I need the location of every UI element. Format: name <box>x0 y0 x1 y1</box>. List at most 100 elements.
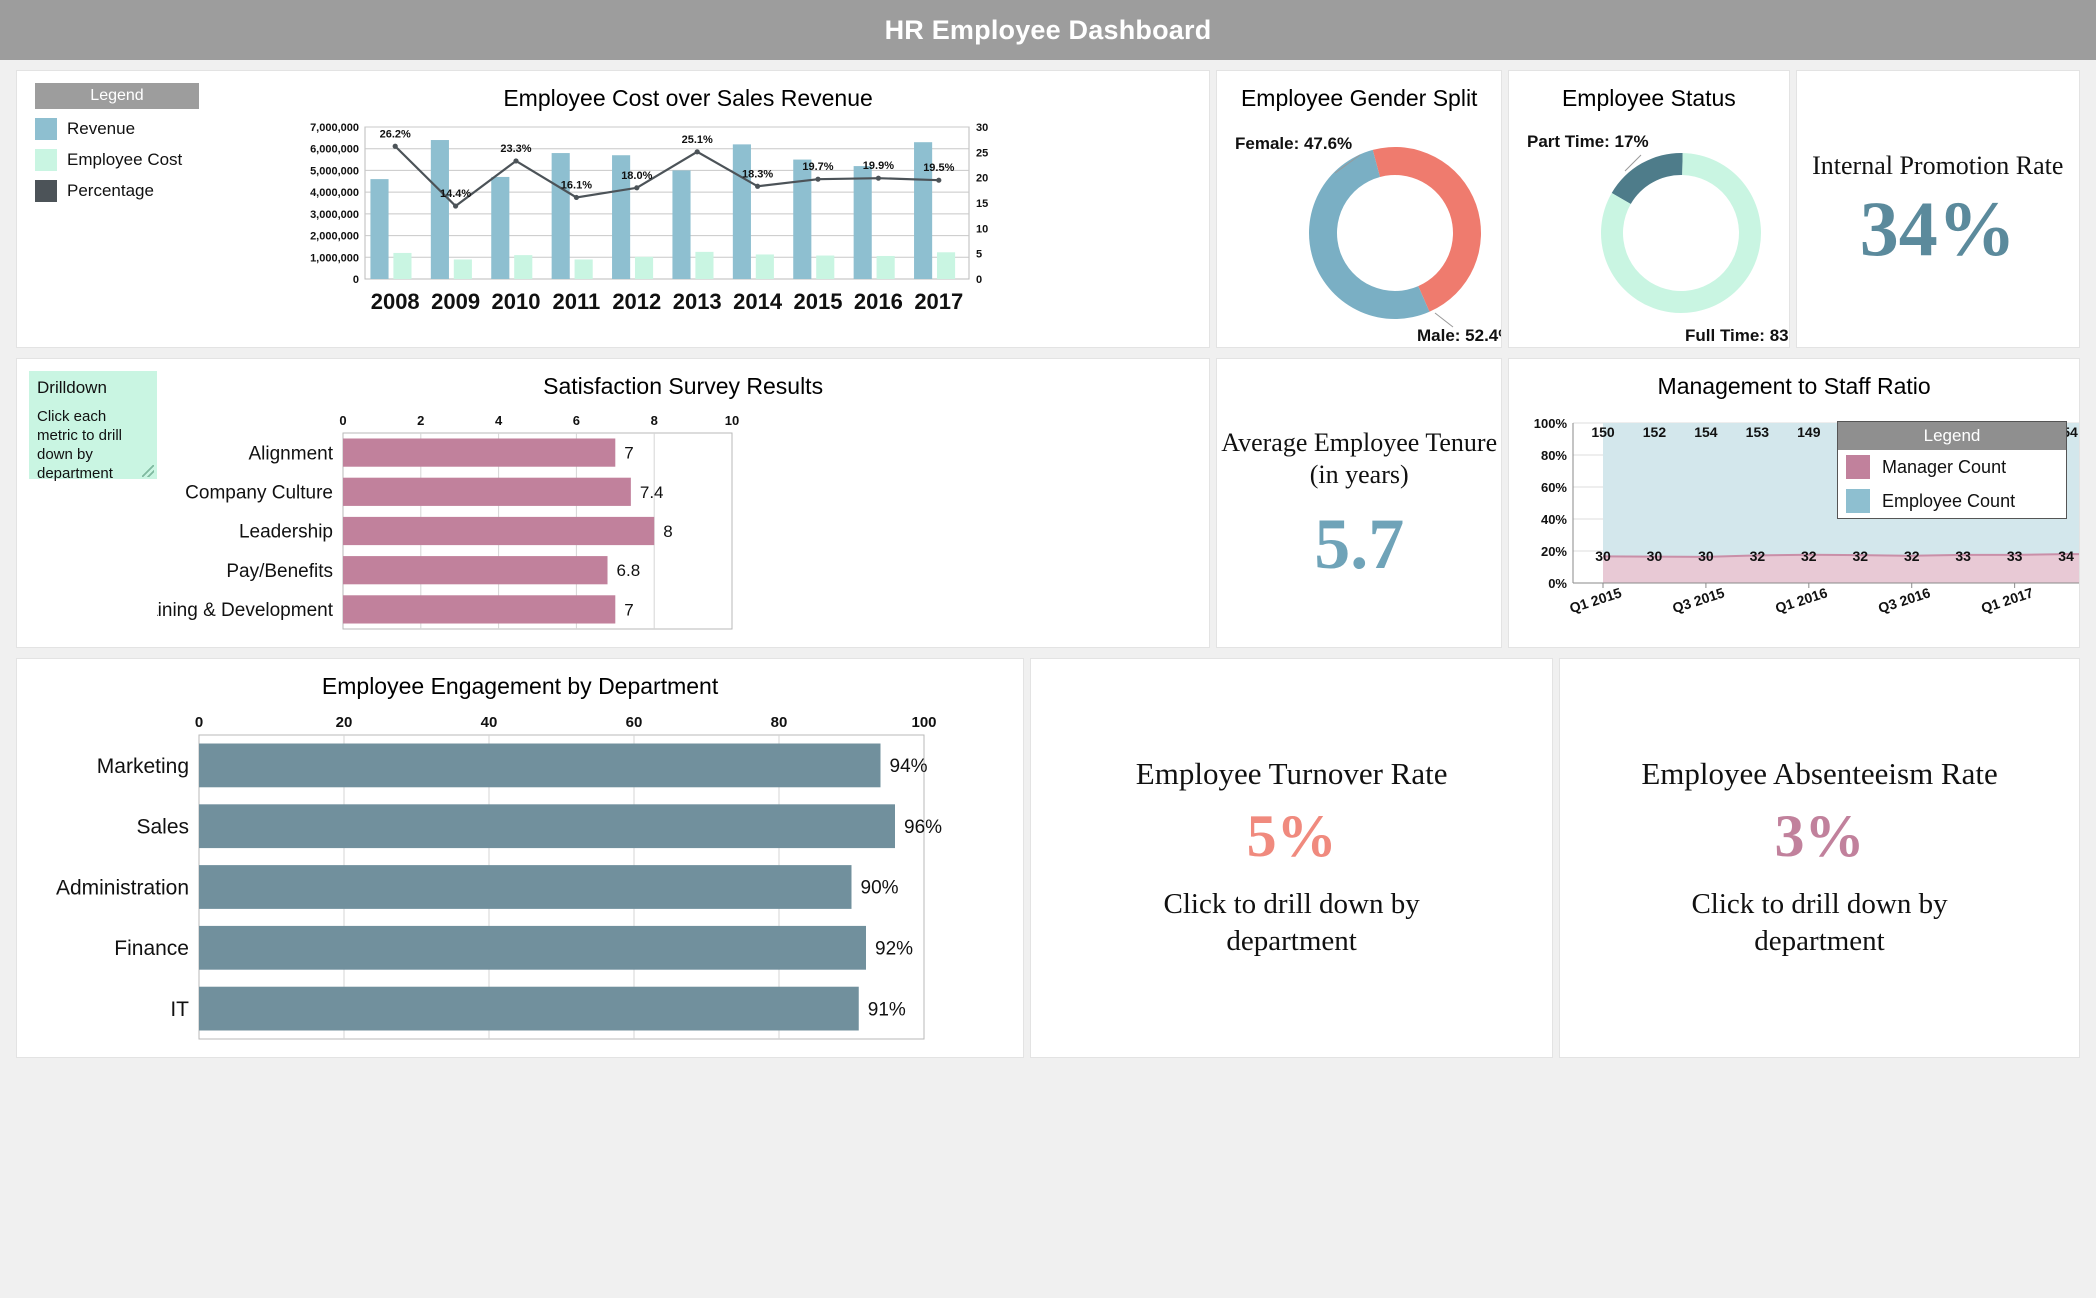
svg-text:Female: 47.6%: Female: 47.6% <box>1235 134 1352 153</box>
mgmt-legend-label-employee: Employee Count <box>1882 490 2016 511</box>
resize-handle-icon[interactable] <box>142 465 154 477</box>
kpi-title-tenure: Average Employee Tenure <box>1221 427 1498 457</box>
svg-text:100: 100 <box>911 714 936 731</box>
svg-text:18.0%: 18.0% <box>621 170 652 182</box>
legend-label-revenue: Revenue <box>67 119 136 138</box>
svg-text:40: 40 <box>481 714 498 731</box>
chart-employee-status[interactable]: Part Time: 17% Full Time: 83% <box>1509 113 1789 343</box>
card-engagement-by-department[interactable]: Employee Engagement by Department 0 20 40 6… <box>16 658 1025 1058</box>
legend-label-employee-cost: Employee Cost <box>67 150 183 169</box>
mgmt-legend-item-employee[interactable]: Employee Count <box>1838 484 2066 518</box>
svg-text:6.8: 6.8 <box>617 561 641 580</box>
svg-text:2012: 2012 <box>612 289 661 314</box>
drilldown-note-title: Drilldown <box>37 378 107 397</box>
card-gender-split[interactable]: Employee Gender Split Female: 47.6% Male:… <box>1216 70 1503 348</box>
svg-text:19.7%: 19.7% <box>802 161 833 173</box>
drilldown-note[interactable]: Drilldown Click each metric to drill dow… <box>29 371 157 482</box>
chart-title-cost-over-revenue: Employee Cost over Sales Revenue <box>503 85 873 111</box>
svg-text:7.4: 7.4 <box>640 483 664 502</box>
kpi-value-absenteeism: 3% <box>1774 802 1865 869</box>
svg-text:Q3 2016: Q3 2016 <box>1876 584 1932 616</box>
svg-text:0: 0 <box>353 274 359 286</box>
svg-text:6,000,000: 6,000,000 <box>310 144 359 156</box>
svg-text:20%: 20% <box>1541 544 1567 559</box>
legend-item-revenue[interactable]: Revenue <box>35 118 199 140</box>
legend-swatch-percentage <box>35 180 57 202</box>
chart-gender-split[interactable]: Female: 47.6% Male: 52.4% <box>1217 113 1502 343</box>
svg-text:Q3 2015: Q3 2015 <box>1671 584 1727 616</box>
card-absenteeism-rate[interactable]: Employee Absenteeism Rate 3% Click to dr… <box>1559 658 2080 1058</box>
svg-text:2013: 2013 <box>673 289 722 314</box>
svg-text:Marketing: Marketing <box>97 755 189 778</box>
kpi-value-promotion: 34% <box>1859 185 2016 273</box>
svg-text:80%: 80% <box>1541 448 1567 463</box>
svg-text:1,000,000: 1,000,000 <box>310 252 359 264</box>
svg-text:3,000,000: 3,000,000 <box>310 209 359 221</box>
svg-text:154: 154 <box>1694 424 1718 440</box>
svg-text:2008: 2008 <box>371 289 420 314</box>
svg-text:Training & Development: Training & Development <box>157 600 334 621</box>
chart-title-mgmt-to-staff: Management to Staff Ratio <box>1657 373 1931 399</box>
chart-title-satisfaction: Satisfaction Survey Results <box>543 373 824 399</box>
mgmt-legend-swatch-manager <box>1846 455 1870 479</box>
kpi-value-tenure: 5.7 <box>1314 503 1405 584</box>
svg-text:Male: 52.4%: Male: 52.4% <box>1417 326 1502 343</box>
svg-text:94%: 94% <box>890 756 928 777</box>
svg-text:2016: 2016 <box>854 289 903 314</box>
svg-text:Part Time: 17%: Part Time: 17% <box>1527 132 1649 151</box>
chart-legend: Legend Revenue Employee Cost Percentage <box>35 83 199 202</box>
card-mgmt-to-staff[interactable]: Management to Staff Ratio 0% 20% 40% 60% 80%… <box>1508 358 2080 648</box>
svg-text:40%: 40% <box>1541 512 1567 527</box>
card-satisfaction-survey[interactable]: Drilldown Click each metric to drill dow… <box>16 358 1211 648</box>
svg-text:25: 25 <box>976 147 988 159</box>
svg-text:7: 7 <box>624 444 633 463</box>
svg-text:Company Culture: Company Culture <box>185 482 333 503</box>
mgmt-legend-item-manager[interactable]: Manager Count <box>1838 450 2066 484</box>
svg-text:152: 152 <box>1643 424 1667 440</box>
svg-text:0: 0 <box>339 413 346 428</box>
svg-text:7,000,000: 7,000,000 <box>310 122 359 134</box>
svg-text:5: 5 <box>976 249 982 261</box>
svg-text:32: 32 <box>1801 548 1817 564</box>
svg-text:32: 32 <box>1904 548 1920 564</box>
svg-text:10: 10 <box>725 413 739 428</box>
dashboard-title: HR Employee Dashboard <box>0 0 2096 60</box>
svg-text:153: 153 <box>1746 424 1770 440</box>
legend-item-percentage[interactable]: Percentage <box>35 180 199 202</box>
chart-title-engagement: Employee Engagement by Department <box>321 673 719 699</box>
kpi-title-turnover: Employee Turnover Rate <box>1135 755 1448 791</box>
svg-text:4: 4 <box>495 413 503 428</box>
legend-swatch-revenue <box>35 118 57 140</box>
svg-text:25.1%: 25.1% <box>682 134 713 146</box>
mgmt-legend: Legend Manager Count Employee Count <box>1837 421 2067 519</box>
svg-text:2015: 2015 <box>794 289 843 314</box>
legend-swatch-employee-cost <box>35 149 57 171</box>
svg-text:0: 0 <box>195 714 203 731</box>
chart-cost-over-revenue[interactable]: 0 1,000,000 2,000,000 3,000,000 4,000,000 5,0… <box>247 119 1037 339</box>
drilldown-note-body: Click each metric to drill down by depar… <box>37 407 123 483</box>
svg-text:30: 30 <box>976 122 988 134</box>
svg-text:90%: 90% <box>861 878 899 899</box>
svg-text:8: 8 <box>663 522 672 541</box>
svg-text:Alignment: Alignment <box>249 443 334 464</box>
svg-text:20: 20 <box>976 173 988 185</box>
svg-text:32: 32 <box>1853 548 1869 564</box>
card-employee-status[interactable]: Employee Status Part Time: 17% Full Time:… <box>1508 70 1790 348</box>
card-average-tenure[interactable]: Average Employee Tenure (in years) 5.7 <box>1216 358 1503 648</box>
kpi-value-turnover: 5% <box>1246 802 1337 869</box>
svg-text:16.1%: 16.1% <box>561 179 592 191</box>
svg-text:2009: 2009 <box>431 289 480 314</box>
legend-item-employee-cost[interactable]: Employee Cost <box>35 149 199 171</box>
card-turnover-rate[interactable]: Employee Turnover Rate 5% Click to drill… <box>1030 658 1554 1058</box>
svg-text:Pay/Benefits: Pay/Benefits <box>226 561 333 582</box>
chart-satisfaction-survey[interactable]: 0 2 4 6 8 10 Alignment 7 Company Culture 7.4 Leade… <box>157 407 947 637</box>
row-middle: Drilldown Click each metric to drill dow… <box>0 358 2096 648</box>
chart-title-employee-status: Employee Status <box>1561 85 1736 111</box>
card-internal-promotion-rate[interactable]: Internal Promotion Rate 34% <box>1795 70 2080 348</box>
svg-text:0%: 0% <box>1548 576 1567 591</box>
card-cost-over-revenue[interactable]: Legend Revenue Employee Cost Percentage … <box>16 70 1211 348</box>
svg-text:Full Time: 83%: Full Time: 83% <box>1685 326 1789 343</box>
kpi-subtitle-tenure: (in years) <box>1309 460 1409 489</box>
svg-text:18.3%: 18.3% <box>742 168 773 180</box>
chart-engagement-by-department[interactable]: 0 20 40 60 80 100 Marketing 94% Sales 96% Administ… <box>21 709 1024 1049</box>
